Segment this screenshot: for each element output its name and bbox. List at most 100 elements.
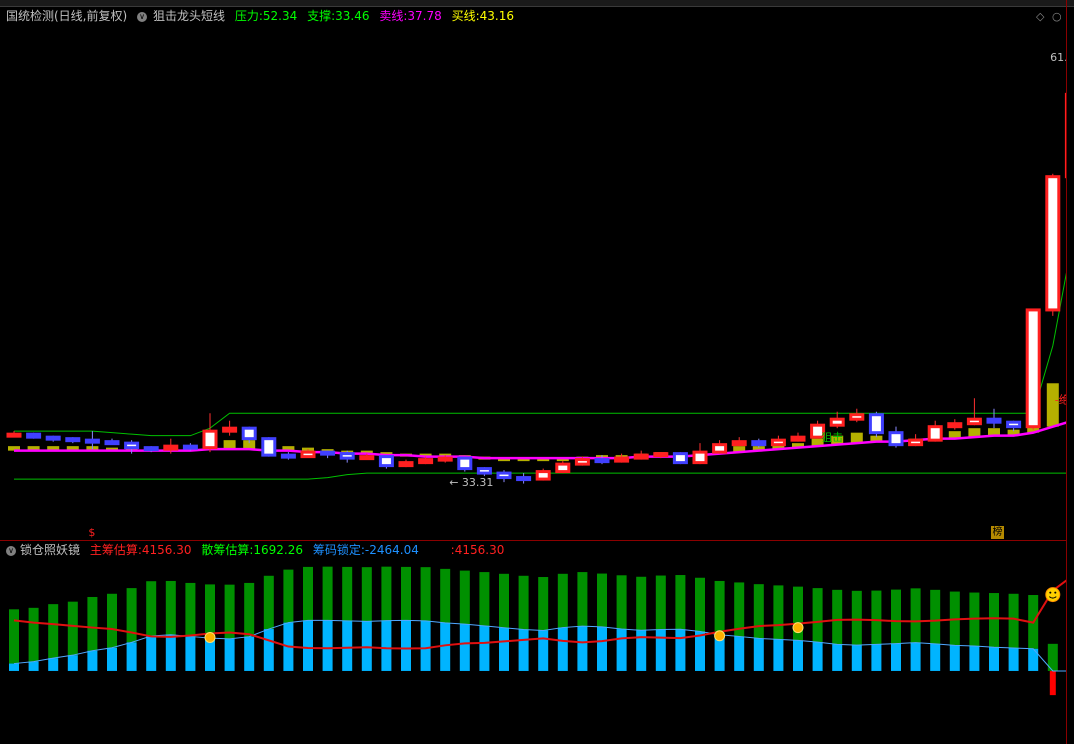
chip-lock-bar — [185, 636, 196, 671]
smiley-eye — [1049, 591, 1052, 594]
candle-body-down — [261, 437, 277, 457]
retail-chips-bar — [891, 589, 901, 644]
retail-chips-bar — [636, 576, 647, 631]
dragon-label: -绝对龙头 — [1055, 393, 1066, 407]
chip-lock-bar — [949, 645, 960, 671]
chip-lock-bar — [205, 638, 215, 671]
retail-chips-bar — [851, 590, 862, 646]
retail-chips-bar — [303, 566, 313, 621]
chip-lock-bar — [753, 638, 764, 671]
chip-lock-bar — [695, 631, 705, 671]
chip-lock-bar — [557, 627, 568, 671]
candle-body-down — [280, 453, 296, 459]
candle-body-up — [535, 470, 551, 481]
chip-lock-bar — [812, 642, 823, 671]
candle-body-down — [672, 452, 688, 465]
candle-body-up — [6, 432, 22, 438]
candle-body-down — [378, 455, 394, 468]
candle-body-down — [868, 413, 884, 435]
retail-chips-bar — [871, 590, 882, 645]
chip-lock-bar — [1008, 648, 1019, 671]
candle-body-down — [339, 452, 355, 460]
chip-lock-bar-negative — [1049, 670, 1056, 696]
chip-lock-bar — [224, 638, 235, 671]
chart-canvas: 61.44 ← 33.31 -绝对龙头狙击 $ — [6, 51, 1066, 696]
candle-body-down — [182, 444, 198, 450]
candle-body-up — [692, 450, 708, 465]
retail-chips-bar — [342, 566, 353, 621]
retail-chips-bar — [499, 573, 509, 628]
candle-body-up — [437, 456, 453, 462]
retail-chips-bar — [812, 588, 823, 643]
candle-body-up — [633, 453, 649, 460]
chip-lock-bar — [518, 629, 529, 671]
retail-chips-bar — [126, 588, 137, 643]
candle-body-down — [751, 440, 767, 447]
candle-body-down — [457, 456, 473, 471]
candle-body-up — [731, 440, 747, 447]
buy-line-bar — [223, 440, 236, 450]
chip-lock-bar — [675, 629, 686, 671]
candle-body-down — [320, 450, 336, 456]
chip-lock-bar — [48, 658, 59, 671]
candle-body-up — [966, 417, 982, 426]
candle-body-down — [476, 467, 492, 475]
retail-chips-bar — [322, 566, 333, 621]
right-divider — [1066, 0, 1067, 744]
chip-lock-bar — [910, 642, 921, 671]
retail-chips-bar — [832, 589, 843, 645]
candle-body-down — [45, 435, 61, 441]
chip-lock-bar — [87, 650, 98, 671]
retail-chips-bar — [107, 593, 117, 648]
smiley-icon — [1045, 587, 1061, 603]
retail-chips-bar — [420, 567, 431, 621]
candle-body-up — [163, 444, 179, 451]
chip-lock-bar — [361, 621, 372, 671]
candle-body-up — [1045, 175, 1061, 312]
candle-body-down — [104, 440, 120, 446]
candle-body-up — [614, 456, 630, 463]
chip-lock-bar — [930, 643, 941, 671]
candle-body-down — [496, 471, 512, 480]
coin-icon — [792, 622, 804, 634]
chip-lock-bar — [9, 663, 19, 671]
candle-body-up — [927, 425, 943, 442]
sniper-label: 狙击 — [821, 431, 843, 444]
retail-chips-bar — [753, 584, 764, 639]
retail-chips-bar — [655, 575, 666, 630]
retail-chips-bar — [479, 572, 490, 626]
candle-body-down — [594, 458, 610, 464]
retail-chips-bar — [1008, 593, 1019, 649]
retail-chips-bar — [28, 607, 39, 662]
retail-chips-bar — [773, 585, 784, 640]
coin-icon — [714, 630, 726, 642]
chip-lock-bar — [244, 636, 255, 671]
chip-lock-bar — [499, 627, 509, 671]
retail-chips-bar — [146, 581, 157, 636]
candle-body-up — [359, 455, 375, 461]
chip-lock-bar — [871, 644, 882, 671]
retail-chips-bar — [597, 573, 607, 627]
retail-chips-bar — [205, 584, 215, 639]
candle-body-up — [574, 458, 590, 466]
chip-lock-bar — [577, 626, 588, 671]
chip-lock-bar — [107, 647, 117, 671]
retail-chips-bar — [381, 566, 392, 621]
low-price-label: ← 33.31 — [449, 476, 493, 489]
chip-lock-bar — [263, 629, 274, 671]
chip-lock-bar — [597, 626, 607, 671]
chip-lock-bar — [616, 629, 627, 671]
chip-lock-bar — [793, 640, 803, 671]
retail-chips-bar — [910, 588, 921, 643]
chip-lock-bar — [969, 646, 980, 671]
candle-body-up — [398, 461, 414, 468]
candle-body-up — [1025, 308, 1041, 429]
chip-lock-bar — [479, 625, 490, 671]
chip-lock-bar — [420, 620, 431, 671]
retail-chips-bar — [557, 573, 568, 628]
retail-chips-bar — [989, 593, 999, 648]
candle-body-down — [888, 431, 904, 447]
chip-lock-bar — [655, 629, 666, 671]
high-price-label: 61.44 — [1050, 51, 1066, 64]
candle-body-up — [770, 438, 786, 447]
